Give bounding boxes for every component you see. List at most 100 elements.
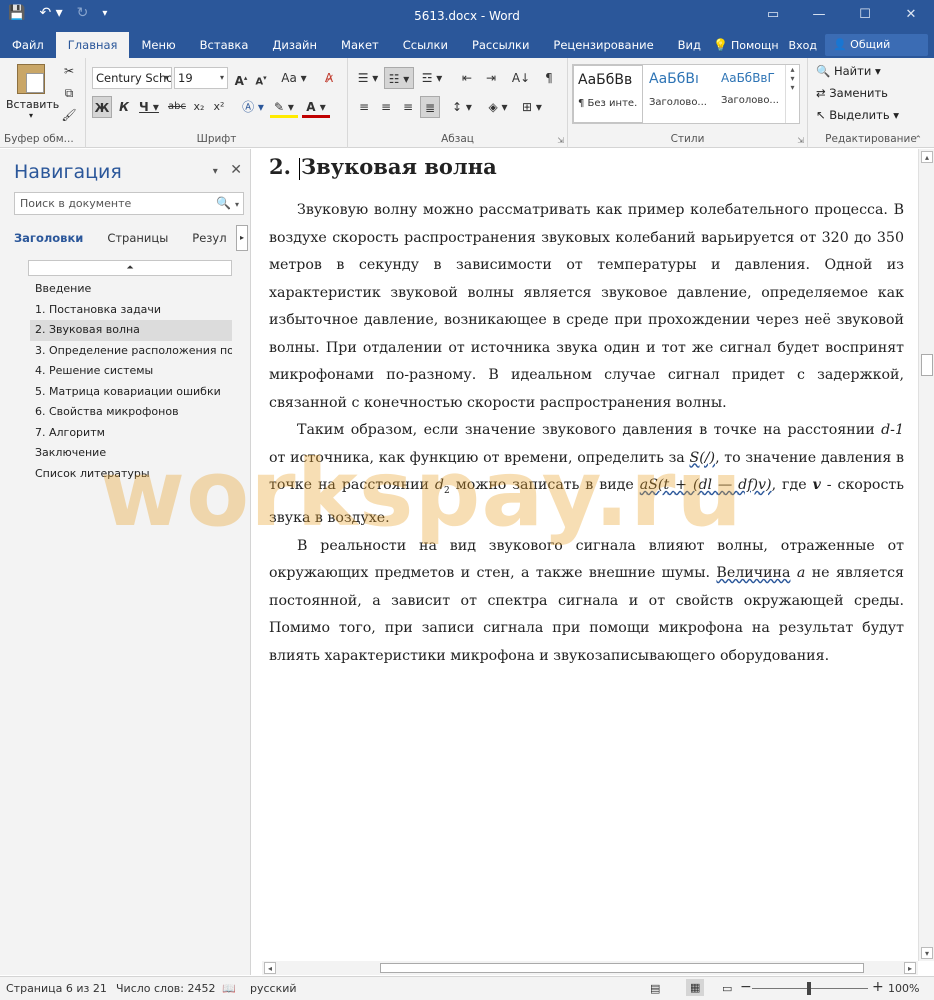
show-marks-icon[interactable]: ¶ xyxy=(538,67,560,89)
nav-heading-item[interactable]: Введение xyxy=(30,279,232,300)
styles-scroll[interactable]: ▴ ▾ ▾ xyxy=(785,65,799,123)
bullets-icon[interactable]: ☰ ▾ xyxy=(354,67,382,89)
multilevel-list-icon[interactable]: ☲ ▾ xyxy=(418,67,446,89)
nav-tab-pages[interactable]: Страницы xyxy=(107,231,168,245)
minimize-button[interactable]: — xyxy=(796,0,842,32)
underline-button[interactable]: Ч ▾ xyxy=(136,96,162,118)
justify-icon[interactable]: ≣ xyxy=(420,96,440,118)
horizontal-scrollbar[interactable]: ◂ ▸ xyxy=(262,961,918,975)
web-layout-icon[interactable]: ▭ xyxy=(722,982,732,995)
increase-indent-icon[interactable]: ⇥ xyxy=(480,67,502,89)
line-spacing-icon[interactable]: ↕ ▾ xyxy=(448,96,476,118)
replace-button[interactable]: ⇄ Заменить xyxy=(816,86,888,100)
format-painter-icon[interactable]: 🖌 xyxy=(58,104,80,126)
nav-heading-item[interactable]: 7. Алгоритм xyxy=(30,423,232,444)
nav-heading-item[interactable]: Заключение xyxy=(30,443,232,464)
shrink-font-icon[interactable]: A▾ xyxy=(252,67,270,89)
tab-mailings[interactable]: Рассылки xyxy=(460,32,541,58)
zoom-level[interactable]: 100% xyxy=(888,982,919,995)
tab-design[interactable]: Дизайн xyxy=(260,32,329,58)
spellcheck-word[interactable]: Величина xyxy=(716,565,790,581)
subscript-button[interactable]: x₂ xyxy=(190,96,208,118)
select-button[interactable]: ↖ Выделить ▾ xyxy=(816,108,899,122)
nav-search-input[interactable]: Поиск в документе 🔍 ▾ xyxy=(14,192,244,215)
superscript-button[interactable]: x² xyxy=(210,96,228,118)
zoom-slider-thumb[interactable] xyxy=(807,982,811,995)
style-heading-1[interactable]: АаБбВı Заголово... xyxy=(645,65,715,123)
align-right-icon[interactable]: ≡ xyxy=(398,96,418,118)
dialog-launcher-icon[interactable]: ⇲ xyxy=(557,136,564,145)
nav-tab-headings[interactable]: Заголовки xyxy=(14,231,83,245)
dialog-launcher-icon[interactable]: ⇲ xyxy=(797,136,804,145)
sort-icon[interactable]: A↓ xyxy=(510,67,532,89)
vertical-scrollbar[interactable]: ▴ ▾ xyxy=(918,149,934,961)
bold-button[interactable]: Ж xyxy=(92,96,112,118)
page-count[interactable]: Страница 6 из 21 xyxy=(6,982,107,995)
tab-view[interactable]: Вид xyxy=(666,32,713,58)
search-icon[interactable]: 🔍 xyxy=(216,196,231,210)
style-no-spacing[interactable]: АаБбВв ¶ Без инте... xyxy=(573,65,643,123)
tab-layout[interactable]: Макет xyxy=(329,32,391,58)
paste-button[interactable]: Вставить ▾ xyxy=(6,62,59,120)
chevron-down-icon[interactable]: ▾ xyxy=(235,200,239,209)
align-left-icon[interactable]: ≡ xyxy=(354,96,374,118)
scroll-up-icon[interactable]: ▴ xyxy=(921,151,933,163)
close-button[interactable]: ✕ xyxy=(888,0,934,32)
italic-button[interactable]: К xyxy=(114,96,134,118)
nav-heading-item[interactable]: 6. Свойства микрофонов xyxy=(30,402,232,423)
tab-home[interactable]: Главная xyxy=(55,32,130,58)
word-count[interactable]: Число слов: 2452 xyxy=(116,982,215,995)
borders-icon[interactable]: ⊞ ▾ xyxy=(518,96,546,118)
numbering-icon[interactable]: ☷ ▾ xyxy=(384,67,414,89)
cut-icon[interactable]: ✂ xyxy=(58,60,80,82)
maximize-button[interactable]: ☐ xyxy=(842,0,888,32)
clear-formatting-icon[interactable]: A̷ xyxy=(318,67,340,89)
scroll-down-icon[interactable]: ▾ xyxy=(921,947,933,959)
text-effects-icon[interactable]: Ⓐ ▾ xyxy=(240,96,266,118)
tab-insert[interactable]: Вставка xyxy=(188,32,261,58)
sign-in-link[interactable]: Вход xyxy=(789,39,817,52)
nav-heading-item[interactable]: 3. Определение расположения по... xyxy=(30,341,232,362)
print-layout-icon[interactable]: ▦ xyxy=(686,979,705,996)
nav-collapse-all[interactable]: ⏶ xyxy=(28,260,232,276)
scroll-right-icon[interactable]: ▸ xyxy=(904,962,916,974)
zoom-in-button[interactable]: + xyxy=(872,979,884,995)
chevron-right-icon[interactable]: ▸ xyxy=(236,225,248,251)
grow-font-icon[interactable]: A▴ xyxy=(232,67,250,89)
collapse-ribbon-icon[interactable]: ⌃ xyxy=(914,135,922,145)
tab-menu[interactable]: Меню xyxy=(129,32,187,58)
nav-options-icon[interactable]: ▾ xyxy=(213,166,218,177)
nav-heading-item-selected[interactable]: 2. Звуковая волна xyxy=(30,320,232,341)
nav-heading-item[interactable]: Список литературы xyxy=(30,464,232,485)
scroll-thumb[interactable] xyxy=(380,963,864,973)
share-button[interactable]: 👤 Общий доступ xyxy=(824,34,928,73)
shading-icon[interactable]: ◈ ▾ xyxy=(484,96,512,118)
tab-review[interactable]: Рецензирование xyxy=(541,32,665,58)
font-name-combo[interactable]: Century Scho ▾ xyxy=(92,67,172,89)
scroll-left-icon[interactable]: ◂ xyxy=(264,962,276,974)
tab-references[interactable]: Ссылки xyxy=(391,32,460,58)
proofing-icon[interactable]: 📖 xyxy=(222,982,236,995)
nav-heading-item[interactable]: 4. Решение системы xyxy=(30,361,232,382)
nav-heading-item[interactable]: 5. Матрица ковариации ошибки xyxy=(30,382,232,403)
font-color-icon[interactable]: A ▾ xyxy=(302,96,330,118)
document-page[interactable]: 2. Звуковая волна Звуковую волну можно ра… xyxy=(252,149,918,961)
ribbon-display-icon[interactable]: ▭ xyxy=(750,0,796,32)
strikethrough-button[interactable]: abc xyxy=(166,96,188,118)
decrease-indent-icon[interactable]: ⇤ xyxy=(456,67,478,89)
language[interactable]: русский xyxy=(250,982,297,995)
tab-file[interactable]: Файл xyxy=(0,32,56,58)
read-mode-icon[interactable]: ▤ xyxy=(650,982,660,995)
font-size-combo[interactable]: 19 ▾ xyxy=(174,67,228,89)
style-heading-2[interactable]: АаБбВвГ Заголово... xyxy=(717,65,787,123)
change-case-icon[interactable]: Aa ▾ xyxy=(280,67,308,89)
nav-tab-results[interactable]: Результаты xyxy=(192,231,226,245)
scroll-thumb[interactable] xyxy=(921,354,933,376)
align-center-icon[interactable]: ≡ xyxy=(376,96,396,118)
nav-heading-item[interactable]: 1. Постановка задачи xyxy=(30,300,232,321)
find-button[interactable]: 🔍 Найти ▾ xyxy=(816,64,881,78)
close-icon[interactable]: ✕ xyxy=(230,162,242,178)
copy-icon[interactable]: ⧉ xyxy=(58,82,80,104)
help-search[interactable]: Помощн xyxy=(731,39,779,52)
zoom-out-button[interactable]: − xyxy=(740,979,752,995)
